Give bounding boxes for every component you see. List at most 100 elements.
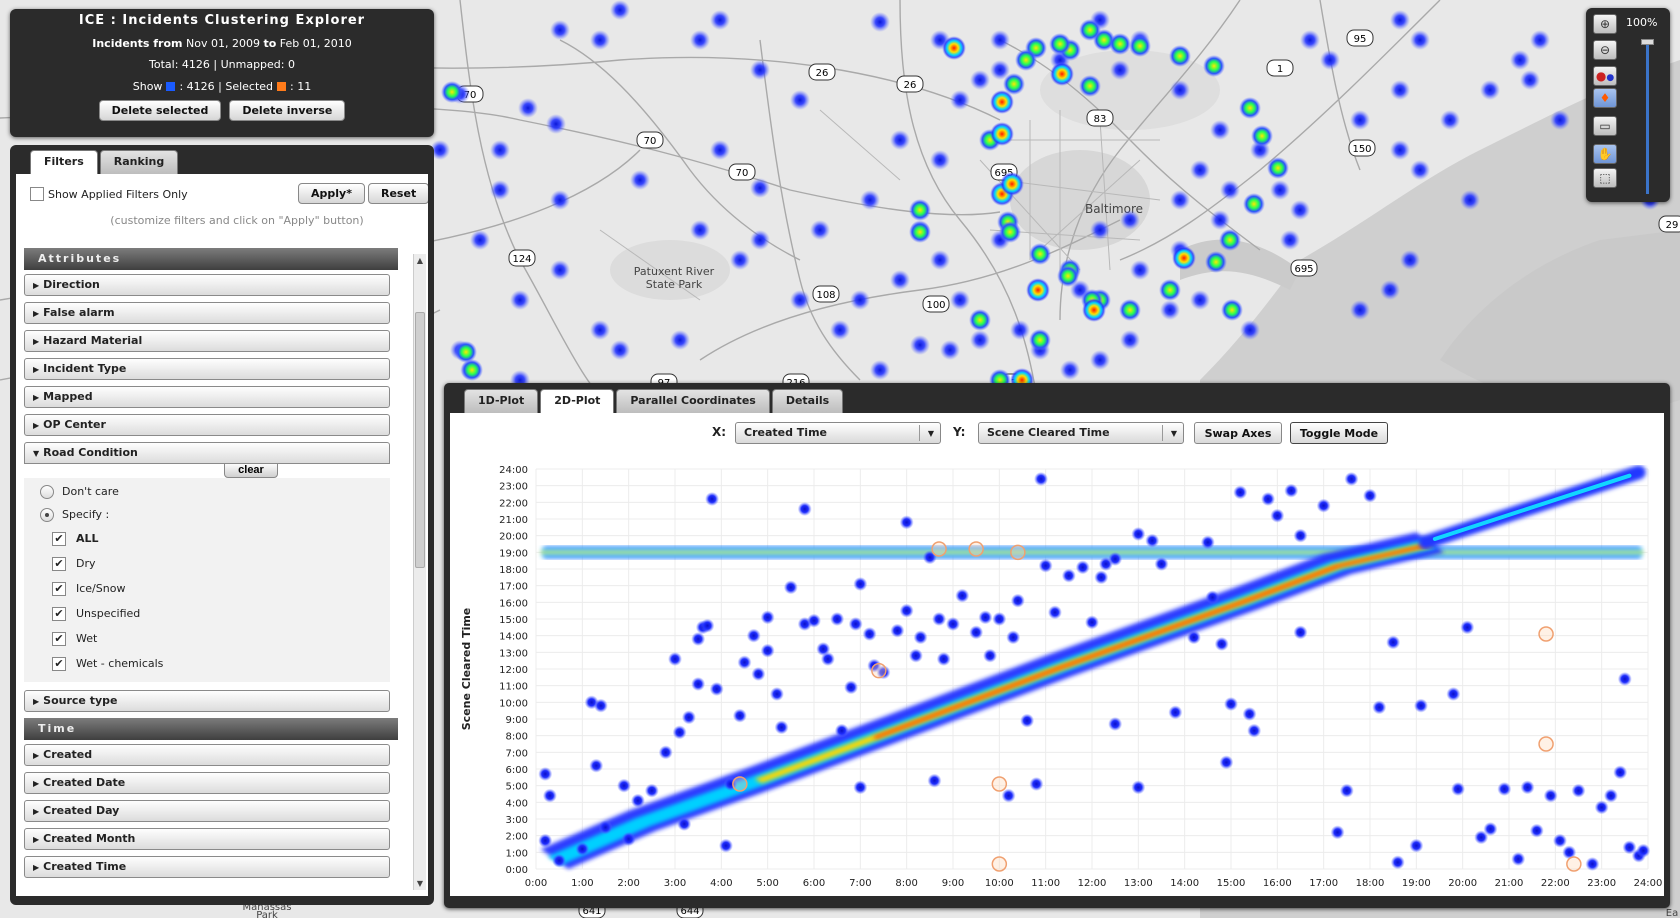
zoom-slider-handle[interactable]	[1641, 39, 1654, 45]
delete-inverse-button[interactable]: Delete inverse	[229, 100, 346, 121]
tab-2d-plot[interactable]: 2D-Plot	[540, 389, 615, 413]
shield-number: 26	[904, 80, 917, 91]
checkbox-checked[interactable]: ✔	[52, 531, 66, 546]
scroll-up-icon[interactable]: ▲	[414, 254, 426, 267]
data-point	[1543, 788, 1558, 803]
accordion-attribute[interactable]: ▶ OP Center	[24, 414, 390, 436]
shield-number: 100	[926, 300, 945, 311]
scroll-down-icon[interactable]: ▼	[414, 877, 426, 890]
option-label: Wet - chemicals	[76, 657, 164, 670]
map-toolbar: ⊕ ⊖ ●● ♦ ▭ ✋ ⬚ 100%	[1586, 8, 1670, 202]
accordion-road-condition[interactable]: ▼ Road Condition	[24, 442, 390, 464]
scatter-plot[interactable]: 0:00 1:00 2:00 3:00 4:00 5:00 6:00 7:00 8:00 9:00…	[450, 413, 1664, 896]
attributes-header: Attributes	[24, 248, 398, 270]
accordion-label: Created	[43, 748, 93, 761]
accordion-time[interactable]: ▶ Created	[24, 744, 390, 766]
road-condition-option[interactable]: ✔ Wet	[24, 626, 390, 651]
selected-count: : 11	[290, 80, 312, 93]
x-tick-label: 12:00	[1078, 878, 1107, 889]
data-point	[834, 723, 849, 738]
swap-axes-button[interactable]: Swap Axes	[1194, 422, 1282, 444]
y-axis-select[interactable]: Scene Cleared Time ▼	[978, 422, 1184, 444]
accordion-attribute[interactable]: ▶ Mapped	[24, 386, 390, 408]
accordion-time[interactable]: ▶ Created Day	[24, 800, 390, 822]
incident-cluster	[830, 320, 850, 340]
checkbox-box[interactable]	[30, 187, 44, 201]
x-axis-value: Created Time	[744, 426, 827, 439]
tab-1d-plot[interactable]: 1D-Plot	[464, 389, 539, 413]
data-point	[1409, 838, 1424, 853]
accordion-time[interactable]: ▶ Created Date	[24, 772, 390, 794]
delete-selected-button[interactable]: Delete selected	[98, 100, 222, 121]
tab-details[interactable]: Details	[771, 389, 844, 413]
zoom-out-icon[interactable]: ⊖	[1593, 40, 1617, 60]
accordion-attribute[interactable]: ▶ Direction	[24, 274, 390, 296]
filter-list[interactable]: Attributes ▶ Direction ▶ False alarm ▶ Hazard…	[24, 248, 416, 893]
data-point	[760, 643, 775, 658]
road-condition-option[interactable]: ✔ Ice/Snow	[24, 576, 390, 601]
accordion-time[interactable]: ▶ Created Time	[24, 856, 390, 878]
incident-cluster	[1221, 299, 1243, 321]
x-tick-label: 1:00	[571, 878, 593, 889]
checkbox-checked[interactable]: ✔	[52, 556, 66, 571]
x-tick-label: 15:00	[1217, 878, 1246, 889]
heatmap-flame-icon[interactable]: ♦	[1593, 88, 1617, 108]
data-point	[1242, 707, 1257, 721]
accordion-attribute[interactable]: ▶ Hazard Material	[24, 330, 390, 352]
data-point	[681, 710, 696, 725]
data-point	[1594, 800, 1609, 815]
checkbox-checked[interactable]: ✔	[52, 581, 66, 596]
accordion-source-type[interactable]: ▶ Source type	[24, 690, 390, 712]
show-applied-filters-checkbox[interactable]: Show Applied Filters Only	[26, 187, 188, 201]
data-point	[644, 783, 659, 798]
zoom-slider[interactable]	[1646, 42, 1649, 194]
road-condition-option[interactable]: ✔ Dry	[24, 551, 390, 576]
road-condition-option[interactable]: ✔ Unspecified	[24, 601, 390, 626]
road-condition-body: Don't care Specify : ✔ ALL ✔ Dry ✔ Ice/Snow ✔ U…	[24, 478, 390, 682]
radio-button[interactable]	[40, 507, 54, 522]
rectangle-select-icon[interactable]: ⬚	[1593, 168, 1617, 188]
apply-button[interactable]: Apply*	[298, 183, 365, 204]
pan-hand-icon[interactable]: ✋	[1593, 144, 1617, 164]
reset-button[interactable]: Reset	[368, 183, 428, 204]
y-tick-label: 0:00	[506, 865, 528, 876]
accordion-label: Source type	[43, 694, 118, 707]
tab-parallel-coordinates[interactable]: Parallel Coordinates	[616, 389, 770, 413]
checkbox-checked[interactable]: ✔	[52, 631, 66, 646]
tab-ranking[interactable]: Ranking	[99, 150, 179, 174]
accordion-label: Mapped	[43, 390, 93, 403]
road-condition-option[interactable]: ✔ ALL	[24, 526, 390, 551]
window-icon[interactable]: ▭	[1593, 116, 1617, 136]
checkbox-checked[interactable]: ✔	[52, 606, 66, 621]
range-prefix: Incidents from	[92, 37, 183, 50]
zoom-in-icon[interactable]: ⊕	[1593, 14, 1617, 34]
incident-cluster	[1129, 35, 1151, 57]
scroll-thumb[interactable]	[415, 312, 425, 568]
select-separator	[1162, 425, 1163, 441]
road-condition-option[interactable]: ✔ Wet - chemicals	[24, 651, 390, 676]
accordion-attribute[interactable]: ▶ Incident Type	[24, 358, 390, 380]
data-point	[1224, 697, 1238, 711]
data-point	[1613, 765, 1628, 780]
filter-scrollbar[interactable]: ▲ ▼	[413, 254, 426, 890]
accordion-time[interactable]: ▶ Created Month	[24, 828, 390, 850]
incident-cluster	[930, 150, 950, 170]
radio-specify[interactable]: Specify :	[24, 503, 390, 526]
incident-cluster	[490, 180, 510, 200]
x-axis-select[interactable]: Created Time ▼	[735, 422, 941, 444]
radio-dont-care[interactable]: Don't care	[24, 480, 390, 503]
incident-cluster	[1160, 300, 1180, 320]
incident-hotspot	[1082, 298, 1106, 322]
radio-button[interactable]	[40, 484, 54, 499]
clear-button[interactable]: clear	[224, 462, 278, 478]
incident-hotspot	[1172, 246, 1196, 270]
toggle-mode-button[interactable]: Toggle Mode	[1290, 422, 1388, 444]
triangle-right-icon: ▶	[33, 281, 40, 290]
y-tick-label: 15:00	[499, 615, 528, 626]
cluster-dots-icon[interactable]: ●●	[1593, 66, 1617, 86]
tab-filters[interactable]: Filters	[30, 150, 98, 174]
checkbox-checked[interactable]: ✔	[52, 656, 66, 671]
accordion-attribute[interactable]: ▶ False alarm	[24, 302, 390, 324]
incident-cluster	[1049, 33, 1071, 55]
data-point	[955, 588, 970, 603]
